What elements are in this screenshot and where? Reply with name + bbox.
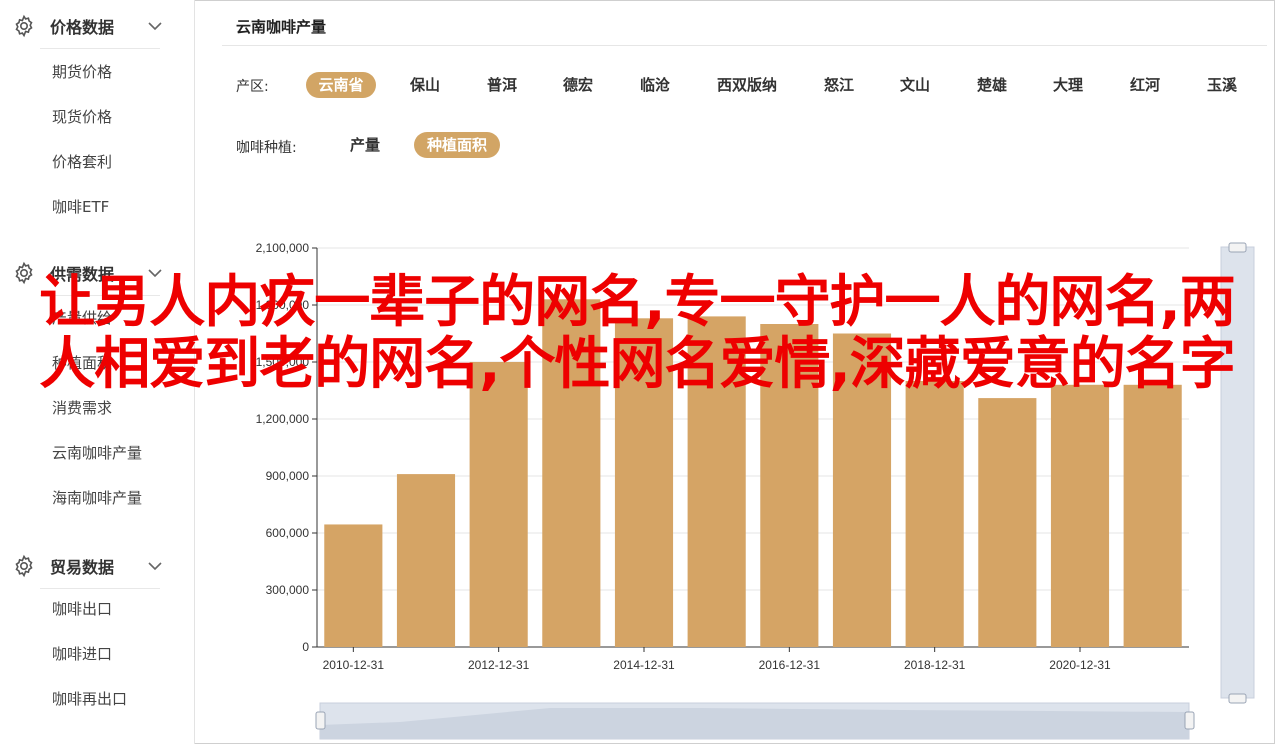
vertical-scrollbar[interactable] <box>1220 246 1255 699</box>
bar <box>687 316 746 647</box>
scroll-handle-bottom[interactable] <box>1228 693 1247 704</box>
scroll-handle-top[interactable] <box>1228 242 1247 253</box>
y-tick-label: 0 <box>302 640 309 654</box>
y-tick-label: 900,000 <box>266 469 310 483</box>
y-tick-label: 1,200,000 <box>256 412 310 426</box>
bar <box>1123 384 1182 647</box>
y-tick-label: 2,100,000 <box>256 241 310 255</box>
bar <box>542 299 601 647</box>
bar <box>832 333 892 647</box>
y-tick-label: 1,500,000 <box>256 355 310 369</box>
y-tick-label: 300,000 <box>266 583 310 597</box>
x-tick-label: 2016-12-31 <box>759 658 821 672</box>
x-tick-label: 2018-12-31 <box>904 658 966 672</box>
zoom-handle-right[interactable] <box>1184 711 1195 730</box>
zoom-handle-left[interactable] <box>315 711 326 730</box>
bar <box>1050 384 1110 647</box>
x-tick-label: 2014-12-31 <box>613 658 675 672</box>
bar <box>978 398 1037 647</box>
bar <box>760 324 819 647</box>
bar-chart: 0 300,000 600,000 900,000 1,200,000 1,500,000… <box>256 241 1255 740</box>
x-tick-label: 2010-12-31 <box>323 658 385 672</box>
bar <box>324 524 383 647</box>
y-tick-label: 600,000 <box>266 526 310 540</box>
bar <box>396 474 456 647</box>
x-tick-label: 2012-12-31 <box>468 658 530 672</box>
bar <box>469 362 528 647</box>
bar <box>905 381 964 647</box>
y-tick-label: 1,800,000 <box>256 298 310 312</box>
x-tick-label: 2020-12-31 <box>1049 658 1111 672</box>
bar <box>614 318 674 647</box>
